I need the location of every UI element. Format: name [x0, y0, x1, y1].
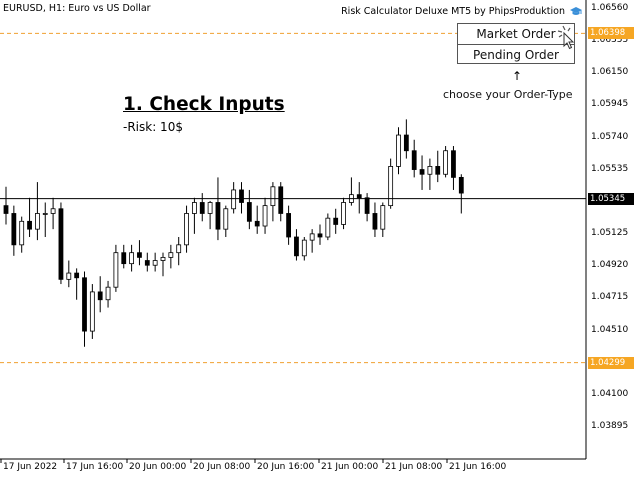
candle-bearish — [215, 202, 221, 230]
candle-bearish — [333, 217, 339, 225]
risk-value: -Risk: 10$ — [123, 120, 183, 134]
candles-group — [3, 119, 464, 347]
candle-bearish — [144, 260, 150, 266]
price-tick-label: 1.06560 — [591, 3, 629, 13]
candle-bearish — [419, 169, 425, 175]
candle-bearish — [74, 272, 80, 279]
candle-bullish — [231, 189, 237, 210]
candle-bearish — [239, 189, 244, 203]
candle-bullish — [168, 252, 174, 258]
candle-bullish — [191, 202, 197, 214]
candle-bearish — [137, 252, 142, 258]
candle-bearish — [403, 134, 409, 152]
candle-bearish — [356, 194, 362, 199]
time-tick-label: 20 Jun 08:00 — [193, 462, 251, 472]
price-tick-label: 1.05535 — [591, 163, 629, 174]
time-tick-label: 20 Jun 16:00 — [257, 462, 315, 472]
candle-bullish — [113, 252, 119, 288]
candle-bullish — [160, 256, 166, 261]
click-cursor-icon — [557, 25, 575, 50]
candle-bullish — [105, 286, 111, 301]
time-tick-label: 17 Jun 16:00 — [66, 462, 124, 472]
candle-bullish — [396, 134, 401, 167]
candle-bullish — [129, 252, 135, 265]
candle-bearish — [451, 150, 456, 178]
candle-bearish — [246, 202, 252, 222]
candle-bearish — [27, 220, 32, 230]
price-tick-label: 1.05945 — [591, 99, 629, 110]
graduation-cap-icon — [570, 7, 582, 15]
candle-bullish — [42, 213, 48, 215]
upper-level-price-label: 1.06398 — [588, 27, 634, 40]
candle-bearish — [58, 208, 64, 280]
candle-bearish — [11, 213, 17, 246]
candle-bearish — [254, 220, 260, 227]
time-tick-label: 17 Jun 2022 — [3, 462, 58, 472]
instructions-heading: 1. Check Inputs — [123, 94, 285, 115]
candle-bullish — [388, 166, 394, 207]
time-tick-label: 21 Jun 00:00 — [321, 462, 379, 472]
candle-bullish — [184, 213, 189, 246]
candle-bullish — [176, 244, 182, 254]
arrow-up-icon: ↑ — [512, 69, 523, 83]
candle-bearish — [121, 252, 127, 265]
candle-bearish — [294, 236, 299, 257]
candle-bullish — [66, 272, 72, 280]
price-tick-label: 1.04715 — [591, 292, 629, 303]
candle-bearish — [278, 186, 284, 214]
price-tick-label: 1.05125 — [591, 228, 629, 239]
price-tick-label: 1.05740 — [591, 131, 629, 142]
candle-bearish — [199, 202, 205, 214]
price-tick-label: 1.04100 — [591, 388, 629, 399]
candle-bullish — [35, 213, 40, 230]
indicator-name: Risk Calculator Deluxe MT5 by PhipsProdu… — [341, 6, 565, 17]
candle-bearish — [317, 233, 323, 238]
price-chart[interactable] — [0, 0, 640, 480]
candle-bearish — [97, 291, 103, 301]
candle-bullish — [50, 208, 56, 214]
candle-bullish — [262, 205, 268, 227]
current-price-label: 1.05345 — [588, 192, 634, 205]
candle-bearish — [411, 150, 417, 170]
time-tick-label: 21 Jun 08:00 — [385, 462, 443, 472]
candle-bullish — [152, 260, 158, 266]
time-tick-label: 21 Jun 16:00 — [449, 462, 507, 472]
candle-bullish — [223, 208, 229, 230]
order-type-hint: choose your Order-Type — [443, 88, 573, 101]
price-tick-label: 1.04510 — [591, 324, 629, 335]
candle-bullish — [207, 202, 213, 214]
candle-bullish — [427, 166, 433, 175]
candle-bullish — [309, 233, 315, 241]
candle-bearish — [435, 166, 441, 175]
time-tick-label: 20 Jun 00:00 — [129, 462, 187, 472]
candle-bearish — [364, 197, 370, 214]
price-tick-label: 1.04920 — [591, 260, 629, 271]
indicator-label: Risk Calculator Deluxe MT5 by PhipsProdu… — [341, 6, 583, 17]
price-tick-label: 1.03895 — [591, 421, 629, 431]
candle-bullish — [19, 220, 25, 246]
candle-bearish — [372, 213, 378, 230]
candle-bullish — [443, 150, 449, 175]
candle-bearish — [458, 176, 464, 194]
candle-bullish — [341, 202, 346, 225]
candle-bearish — [286, 213, 292, 238]
candle-bullish — [380, 205, 386, 230]
price-tick-label: 1.06150 — [591, 67, 629, 78]
candle-bullish — [89, 291, 95, 332]
candle-bullish — [325, 217, 331, 238]
symbol-description: EURUSD, H1: Euro vs US Dollar — [3, 3, 151, 14]
candle-bearish — [82, 277, 87, 332]
candle-bullish — [270, 186, 276, 207]
candle-bullish — [301, 239, 307, 257]
candle-bearish — [3, 205, 9, 214]
lower-level-price-label: 1.04299 — [588, 356, 634, 369]
